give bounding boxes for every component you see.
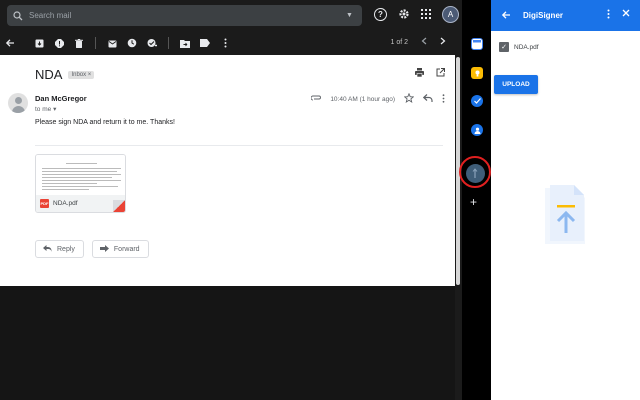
search-input[interactable]: Search mail [29,11,346,20]
panel-title: DigiSigner [523,11,564,20]
settings-gear-icon[interactable] [398,8,410,22]
message-time: 10:40 AM (1 hour ago) [330,95,395,103]
sender-avatar[interactable] [8,93,28,113]
email-subject-row: NDA Inbox × [35,67,95,82]
search-options-icon[interactable]: ▼ [346,12,362,19]
panel-header-actions [607,9,630,21]
calendar-icon[interactable] [471,38,483,50]
preview-line [42,186,118,187]
preview-line [42,177,112,178]
archive-icon[interactable] [29,33,49,53]
delete-icon[interactable] [69,33,89,53]
pager: 1 of 2 [390,37,446,47]
reply-actions: Reply Forward [35,240,149,258]
highlight-circle [459,156,491,188]
toolbar-divider [24,37,25,49]
subject-actions [415,68,445,79]
panel-header: DigiSigner [491,0,640,31]
preview-line [42,189,90,190]
more-options-icon[interactable] [215,33,235,53]
newer-chevron-icon[interactable] [421,37,427,47]
toolbar-divider [95,37,96,49]
pager-count: 1 of 2 [390,38,408,46]
header-actions: ? A [374,6,462,23]
reply-button[interactable]: Reply [35,240,84,258]
message-toolbar: 1 of 2 [0,31,462,55]
body-divider [35,145,443,146]
avatar-body-shape [11,106,25,113]
inbox-label-text: Inbox [71,71,87,78]
preview-line [65,163,98,164]
attachment-name: NDA.pdf [53,200,78,207]
sender-name[interactable]: Dan McGregor [35,94,87,103]
preview-line [42,168,121,169]
recipient-text: to me [35,106,52,113]
preview-line [42,183,98,184]
panel-back-arrow-icon[interactable] [501,10,511,22]
label-tag-icon[interactable] [195,33,215,53]
snooze-clock-icon[interactable] [122,33,142,53]
file-checkbox-row[interactable]: ✓ NDA.pdf [499,42,539,52]
recipient-details[interactable]: to me ▾ [35,105,56,113]
search-icon[interactable] [7,10,29,21]
preview-line [42,171,118,172]
account-avatar[interactable]: A [442,6,459,23]
attachment-card[interactable]: PDF NDA.pdf [35,154,126,213]
pdf-file-icon: PDF [40,199,49,208]
panel-more-icon[interactable] [607,9,610,21]
reply-label: Reply [57,245,75,253]
open-in-new-window-icon[interactable] [436,68,445,79]
apps-grid-icon[interactable] [421,8,431,21]
back-arrow-icon[interactable] [0,33,20,53]
file-checkbox[interactable]: ✓ [499,42,509,52]
forward-label: Forward [113,245,140,253]
search-bar[interactable]: Search mail ▼ [7,5,362,26]
panel-close-icon[interactable] [622,9,630,21]
get-addons-plus-icon[interactable]: + [470,195,477,209]
contacts-icon[interactable] [471,124,483,136]
empty-dark-area [0,286,455,400]
preview-line [42,174,121,175]
message-more-icon[interactable] [442,93,445,105]
reply-icon [43,244,52,254]
forward-button[interactable]: Forward [91,240,149,258]
avatar-head-shape [14,97,22,104]
report-spam-icon[interactable] [49,33,69,53]
tasks-icon[interactable] [471,95,483,107]
add-to-tasks-icon[interactable] [142,33,162,53]
move-to-folder-icon[interactable] [175,33,195,53]
keep-icon[interactable] [471,67,483,79]
inbox-label-chip[interactable]: Inbox × [68,70,95,79]
gmail-header: Search mail ▼ ? A [0,0,462,31]
message-meta: 10:40 AM (1 hour ago) [310,92,445,105]
star-icon[interactable] [403,92,415,105]
email-subject: NDA [35,67,63,82]
toolbar-divider [168,37,169,49]
print-icon[interactable] [415,68,424,79]
attachment-paperclip-icon [310,95,322,103]
email-view: NDA Inbox × Dan McGregor to me ▾ 10:40 A… [0,55,455,286]
file-checkbox-label: NDA.pdf [514,43,539,51]
mark-unread-icon[interactable] [102,33,122,53]
upload-document-illustration [540,183,590,248]
reply-arrow-icon[interactable] [422,94,433,104]
page-fold-shadow [113,200,125,212]
attachment-preview [36,155,125,197]
digisigner-panel: DigiSigner ✓ NDA.pdf UPLOAD [491,0,640,400]
email-body: Please sign NDA and return it to me. Tha… [35,119,175,126]
preview-line [42,180,121,181]
older-chevron-icon[interactable] [440,37,446,47]
upload-button[interactable]: UPLOAD [494,75,538,94]
help-icon[interactable]: ? [374,8,387,21]
forward-icon [99,244,109,254]
